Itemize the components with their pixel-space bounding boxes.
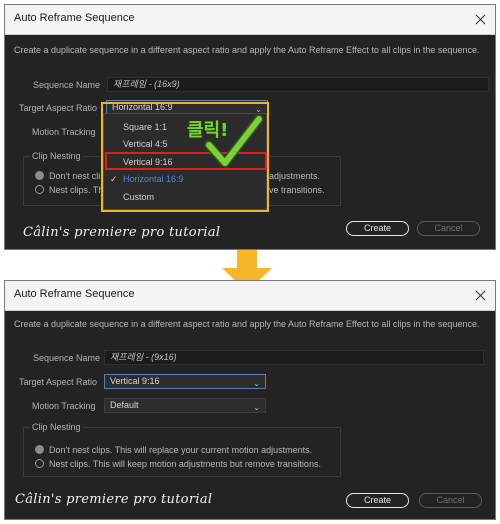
chevron-down-icon: ⌄ xyxy=(253,403,260,412)
click-annotation-text: 클릭! xyxy=(187,120,229,141)
checkmark-icon: ✓ xyxy=(110,174,118,184)
dialog-title: Auto Reframe Sequence xyxy=(14,288,135,300)
option-custom[interactable]: Custom xyxy=(104,189,266,206)
bottom-dialog: Auto Reframe Sequence Create a duplicate… xyxy=(4,280,496,520)
dont-nest-text: Don't nest cli xyxy=(49,171,101,181)
option-horizontal-16-9[interactable]: ✓ Horizontal 16:9 xyxy=(104,171,266,188)
top-dialog: Auto Reframe Sequence Create a duplicate… xyxy=(4,4,496,250)
nest-text-tail: ve transitions. xyxy=(269,185,325,195)
target-aspect-label: Target Aspect Ratio xyxy=(19,103,98,113)
dialog-description: Create a duplicate sequence in a differe… xyxy=(14,45,480,55)
dialog-description: Create a duplicate sequence in a differe… xyxy=(14,319,480,329)
motion-tracking-value: Default xyxy=(110,400,139,410)
motion-tracking-label: Motion Tracking xyxy=(32,127,96,137)
nest-text: Nest clips. Thi xyxy=(49,185,106,195)
motion-tracking-label: Motion Tracking xyxy=(32,401,96,411)
cancel-button[interactable]: Cancel xyxy=(419,493,482,508)
dont-nest-text-tail: adjustments. xyxy=(269,171,321,181)
dont-nest-radio[interactable] xyxy=(35,171,44,180)
close-icon[interactable] xyxy=(473,288,488,303)
dont-nest-radio[interactable] xyxy=(35,445,44,454)
bottom-title-bar: Auto Reframe Sequence xyxy=(5,281,495,311)
dont-nest-text: Don't nest clips. This will replace your… xyxy=(49,445,313,455)
clip-nesting-label: Clip Nesting xyxy=(30,422,83,432)
target-aspect-label: Target Aspect Ratio xyxy=(19,377,98,387)
nest-radio[interactable] xyxy=(35,185,44,194)
tutorial-watermark: Câlin's premiere pro tutorial xyxy=(23,225,221,240)
nest-text: Nest clips. This will keep motion adjust… xyxy=(49,459,321,469)
close-icon[interactable] xyxy=(473,12,488,27)
top-title-bar: Auto Reframe Sequence xyxy=(5,5,495,35)
option-horizontal-16-9-label: Horizontal 16:9 xyxy=(123,174,184,184)
target-aspect-select[interactable]: Vertical 9:16 ⌄ xyxy=(104,374,266,389)
sequence-name-input[interactable]: 재프레임 - (9x16) xyxy=(104,350,484,365)
tutorial-watermark: Câlin's premiere pro tutorial xyxy=(15,492,213,507)
sequence-name-input[interactable]: 재프레임 - (16x9) xyxy=(107,77,489,92)
create-button[interactable]: Create xyxy=(346,493,409,508)
dialog-title: Auto Reframe Sequence xyxy=(14,12,135,24)
create-button[interactable]: Create xyxy=(346,221,409,236)
nest-radio[interactable] xyxy=(35,459,44,468)
chevron-down-icon: ⌄ xyxy=(253,379,260,388)
motion-tracking-select[interactable]: Default ⌄ xyxy=(104,398,266,413)
sequence-name-label: Sequence Name xyxy=(33,353,101,363)
sequence-name-label: Sequence Name xyxy=(33,80,101,90)
target-aspect-value: Vertical 9:16 xyxy=(110,376,160,386)
cancel-button[interactable]: Cancel xyxy=(417,221,480,236)
clip-nesting-label: Clip Nesting xyxy=(30,151,83,161)
